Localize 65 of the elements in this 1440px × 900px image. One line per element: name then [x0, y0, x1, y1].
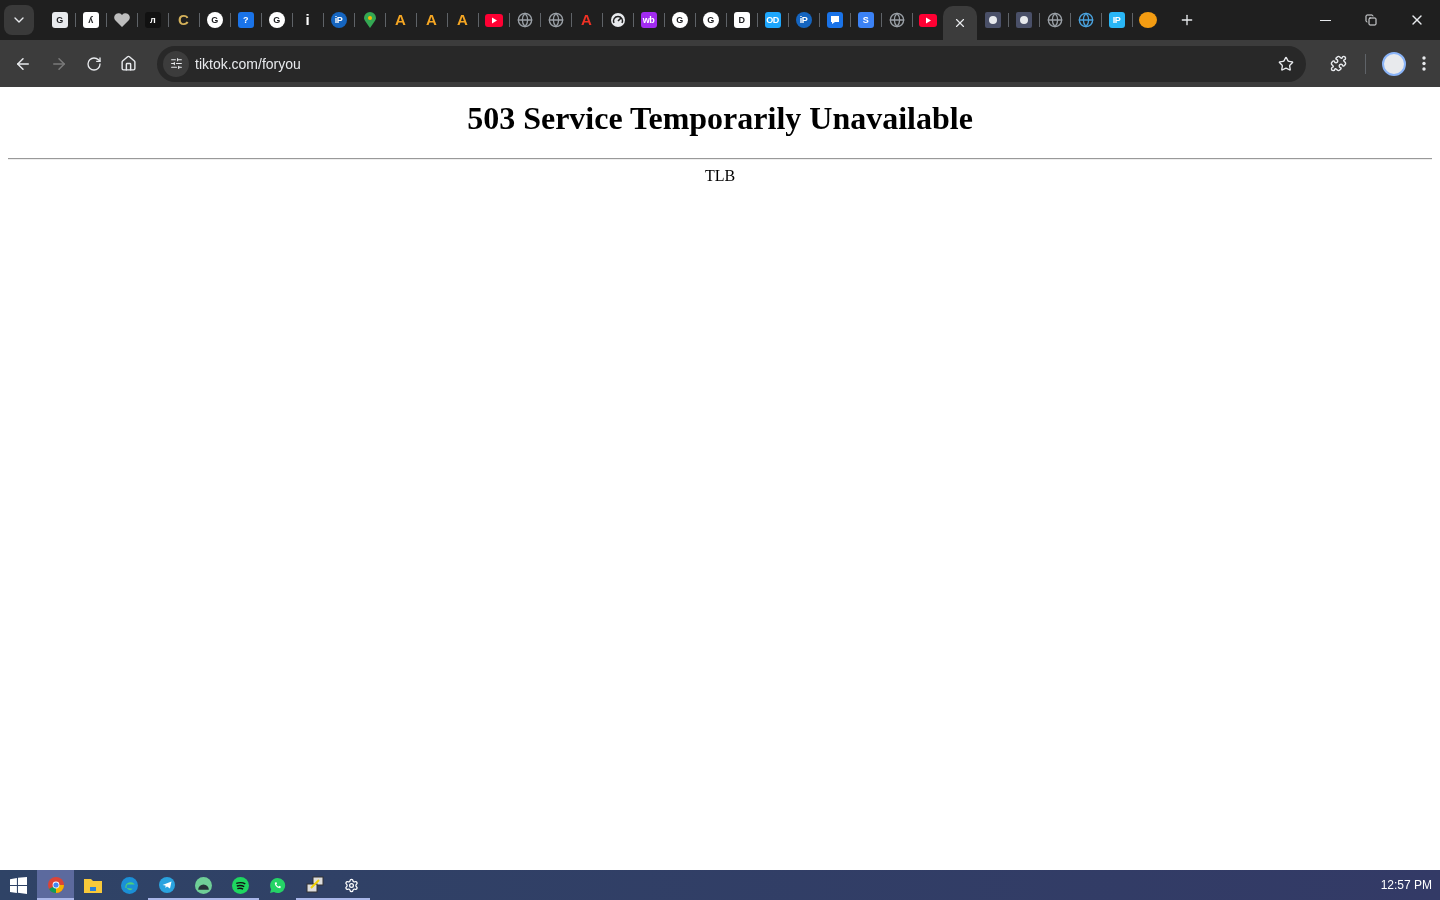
tab[interactable]: A	[416, 0, 447, 40]
error-heading: 503 Service Temporarily Unavailable	[466, 99, 974, 137]
tab[interactable]: iP	[323, 0, 354, 40]
sliders-icon	[169, 57, 183, 70]
close-icon	[953, 16, 967, 30]
tab-search-button[interactable]	[4, 5, 34, 35]
favicon-icon: wb	[640, 12, 657, 28]
phone-bubble-icon	[269, 876, 286, 894]
settings-icon	[344, 877, 359, 893]
tab[interactable]: C	[168, 0, 199, 40]
favicon-icon: OD	[764, 12, 781, 28]
server-name: TLB	[703, 167, 737, 185]
letter-icon: A	[426, 12, 437, 28]
favicon-icon: S	[857, 12, 874, 28]
tab[interactable]: A	[571, 0, 602, 40]
reload-icon	[86, 55, 102, 72]
letter-icon: i	[305, 12, 310, 28]
home-icon	[120, 55, 137, 72]
address-bar[interactable]: tiktok.com/foryou	[157, 45, 1306, 82]
minimize-icon	[1319, 19, 1331, 21]
windows-icon	[10, 876, 27, 894]
tab[interactable]: A	[447, 0, 478, 40]
star-icon	[1278, 55, 1294, 72]
url-text: tiktok.com/foryou	[195, 55, 302, 72]
profile-avatar[interactable]	[1382, 51, 1406, 76]
favicon-icon: ʎ	[82, 12, 99, 28]
favicon-icon: л	[144, 12, 161, 28]
tab[interactable]: i	[292, 0, 323, 40]
favicon-icon: iP	[795, 12, 812, 28]
plus-icon	[1179, 12, 1195, 28]
favicon-icon: G	[671, 12, 688, 28]
letter-icon: A	[395, 12, 406, 28]
paper-plane-icon	[158, 877, 175, 893]
tab[interactable]: S	[850, 0, 881, 40]
favicon-icon: D	[733, 12, 750, 28]
tab[interactable]: ʎ	[75, 0, 106, 40]
tab[interactable]: G	[199, 0, 230, 40]
folder-icon	[83, 877, 102, 893]
favicon-icon: G	[702, 12, 719, 28]
favicon-icon: IP	[1108, 12, 1125, 28]
favicon-icon: ?	[237, 12, 254, 28]
site-info-button[interactable]	[163, 50, 189, 77]
tab[interactable]: G	[695, 0, 726, 40]
letter-icon: A	[581, 12, 592, 28]
favicon-icon: G	[206, 12, 223, 28]
letter-icon: A	[457, 12, 468, 28]
puzzle-icon	[1330, 55, 1347, 72]
menu-icon	[1422, 56, 1426, 71]
letter-icon: C	[178, 12, 189, 28]
close-tab-button[interactable]	[953, 16, 967, 30]
restore-icon	[1365, 14, 1377, 26]
tab[interactable]: G	[664, 0, 695, 40]
clock: 12:57 PM	[1380, 878, 1432, 892]
tab[interactable]: A	[385, 0, 416, 40]
favicon-icon: iP	[330, 12, 347, 28]
tab[interactable]: ?	[230, 0, 261, 40]
favicon-icon: G	[51, 12, 68, 28]
computers-icon	[305, 876, 324, 894]
tab[interactable]: wb	[633, 0, 664, 40]
tab[interactable]: G	[44, 0, 75, 40]
favicon-icon: G	[268, 12, 285, 28]
tab[interactable]: D	[726, 0, 757, 40]
tab[interactable]: л	[137, 0, 168, 40]
tab[interactable]: iP	[788, 0, 819, 40]
tab[interactable]: G	[261, 0, 292, 40]
